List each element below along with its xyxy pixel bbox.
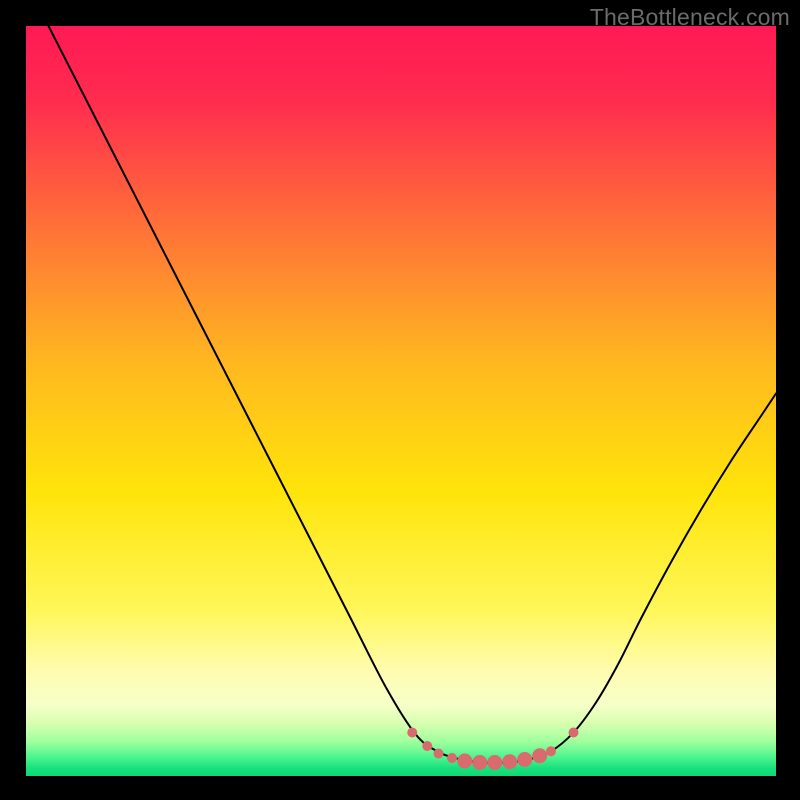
basin-marker-dot: [422, 741, 432, 751]
basin-marker-dot: [546, 746, 556, 756]
basin-marker-dot: [532, 748, 547, 763]
bottleneck-chart: [26, 26, 776, 776]
basin-marker-dot: [502, 754, 517, 769]
basin-marker-dot: [434, 749, 444, 759]
basin-marker-dot: [407, 728, 417, 738]
basin-marker-dot: [517, 752, 532, 767]
plot-area: [26, 26, 776, 776]
basin-marker-dot: [569, 728, 579, 738]
basin-marker-dot: [457, 754, 472, 769]
chart-stage: TheBottleneck.com: [0, 0, 800, 800]
basin-marker-dot: [472, 755, 487, 770]
gradient-background: [26, 26, 776, 776]
basin-marker-dot: [487, 755, 502, 770]
basin-marker-dot: [447, 753, 457, 763]
